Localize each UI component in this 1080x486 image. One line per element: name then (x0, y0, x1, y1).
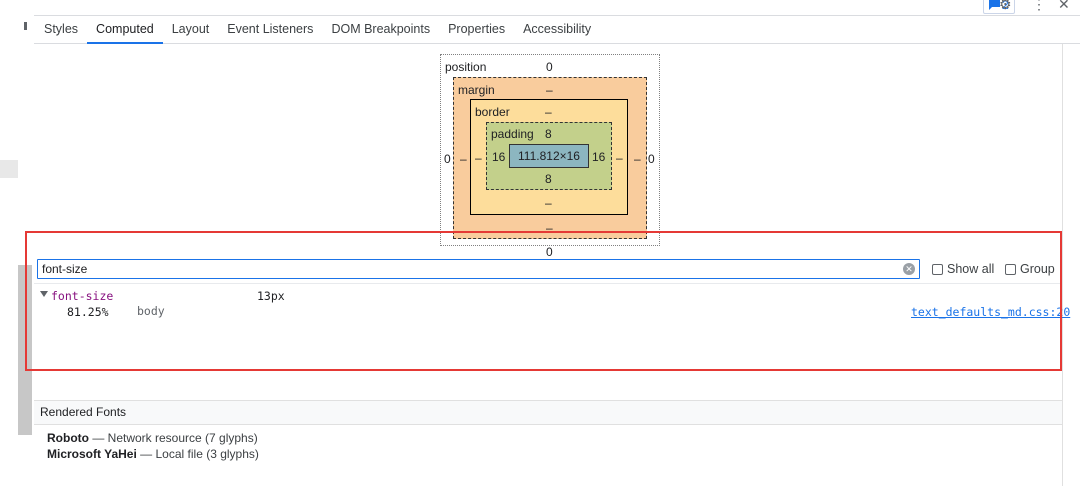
position-bottom[interactable]: 0 (546, 245, 553, 259)
margin-top[interactable]: – (546, 83, 553, 97)
margin-bottom[interactable]: – (546, 221, 553, 235)
border-bottom[interactable]: – (545, 196, 552, 210)
rendered-fonts-header: Rendered Fonts (34, 401, 1062, 425)
font-item: Roboto — Network resource (7 glyphs) (47, 431, 258, 445)
top-toolbar: 2 ⚙ ⋮ ✕ (34, 0, 1080, 16)
sidebar-tabs: Styles Computed Layout Event Listeners D… (34, 16, 1080, 44)
font-item: Microsoft YaHei — Local file (3 glyphs) (47, 447, 259, 461)
tab-layout[interactable]: Layout (163, 16, 219, 43)
group-label: Group (1020, 262, 1055, 276)
left-scrollbar-thumb[interactable] (18, 265, 32, 435)
position-left[interactable]: 0 (444, 152, 451, 166)
kebab-menu-icon[interactable]: ⋮ (1032, 0, 1046, 11)
tab-event-listeners[interactable]: Event Listeners (218, 16, 322, 43)
position-label: position (445, 60, 487, 74)
padding-right[interactable]: 16 (592, 150, 605, 164)
border-left[interactable]: – (475, 151, 482, 165)
checkbox-box[interactable] (1005, 263, 1016, 275)
trace-source-link[interactable]: text_defaults_md.css:20 (911, 305, 1070, 319)
filter-field[interactable]: ✕ (37, 259, 920, 279)
border-right[interactable]: – (616, 151, 623, 165)
trace-selector[interactable]: body (137, 304, 165, 318)
box-model-diagram: position 0 0 0 0 margin – – – – border –… (440, 54, 660, 259)
font-detail: Network resource (7 glyphs) (107, 431, 258, 445)
font-name: Roboto (47, 431, 89, 445)
property-value: 13px (257, 289, 285, 303)
property-name: font-size (51, 289, 114, 303)
divider (34, 283, 1062, 284)
border-box: border – – – – padding 8 16 16 8 111.812… (470, 99, 628, 215)
show-all-checkbox[interactable]: Show all (932, 262, 994, 276)
padding-left[interactable]: 16 (492, 150, 505, 164)
filter-input[interactable] (38, 260, 902, 278)
clear-filter-icon[interactable]: ✕ (903, 263, 915, 275)
tab-styles[interactable]: Styles (35, 16, 87, 43)
margin-box: margin – – – – border – – – – padding 8 … (453, 77, 647, 239)
trace-value: 81.25% (67, 305, 109, 319)
left-panel-selection (0, 160, 18, 178)
position-right[interactable]: 0 (648, 152, 655, 166)
show-all-label: Show all (947, 262, 995, 276)
font-separator: — (140, 447, 153, 461)
padding-bottom[interactable]: 8 (545, 172, 552, 186)
font-name: Microsoft YaHei (47, 447, 137, 461)
group-checkbox[interactable]: Group (1005, 262, 1055, 276)
margin-right[interactable]: – (634, 152, 641, 166)
padding-box: padding 8 16 16 8 111.812×16 (486, 122, 612, 190)
margin-label: margin (458, 83, 495, 97)
right-scrollbar[interactable] (1062, 44, 1080, 486)
position-top[interactable]: 0 (546, 60, 553, 74)
tab-accessibility[interactable]: Accessibility (514, 16, 600, 43)
padding-label: padding (491, 127, 534, 141)
gear-icon[interactable]: ⚙ (999, 0, 1012, 11)
border-label: border (475, 105, 510, 119)
panel-resize-grip[interactable] (24, 22, 27, 30)
margin-left[interactable]: – (460, 152, 467, 166)
tab-computed[interactable]: Computed (87, 16, 163, 44)
tab-dom-breakpoints[interactable]: DOM Breakpoints (322, 16, 439, 43)
expand-triangle-icon[interactable] (40, 291, 48, 297)
tab-properties[interactable]: Properties (439, 16, 514, 43)
font-separator: — (92, 431, 105, 445)
close-icon[interactable]: ✕ (1058, 0, 1070, 11)
border-top[interactable]: – (545, 105, 552, 119)
checkbox-box[interactable] (932, 263, 943, 275)
highlight-frame (25, 231, 1062, 371)
content-box[interactable]: 111.812×16 (509, 144, 589, 168)
left-gutter (0, 0, 34, 486)
padding-top[interactable]: 8 (545, 127, 552, 141)
font-detail: Local file (3 glyphs) (155, 447, 259, 461)
